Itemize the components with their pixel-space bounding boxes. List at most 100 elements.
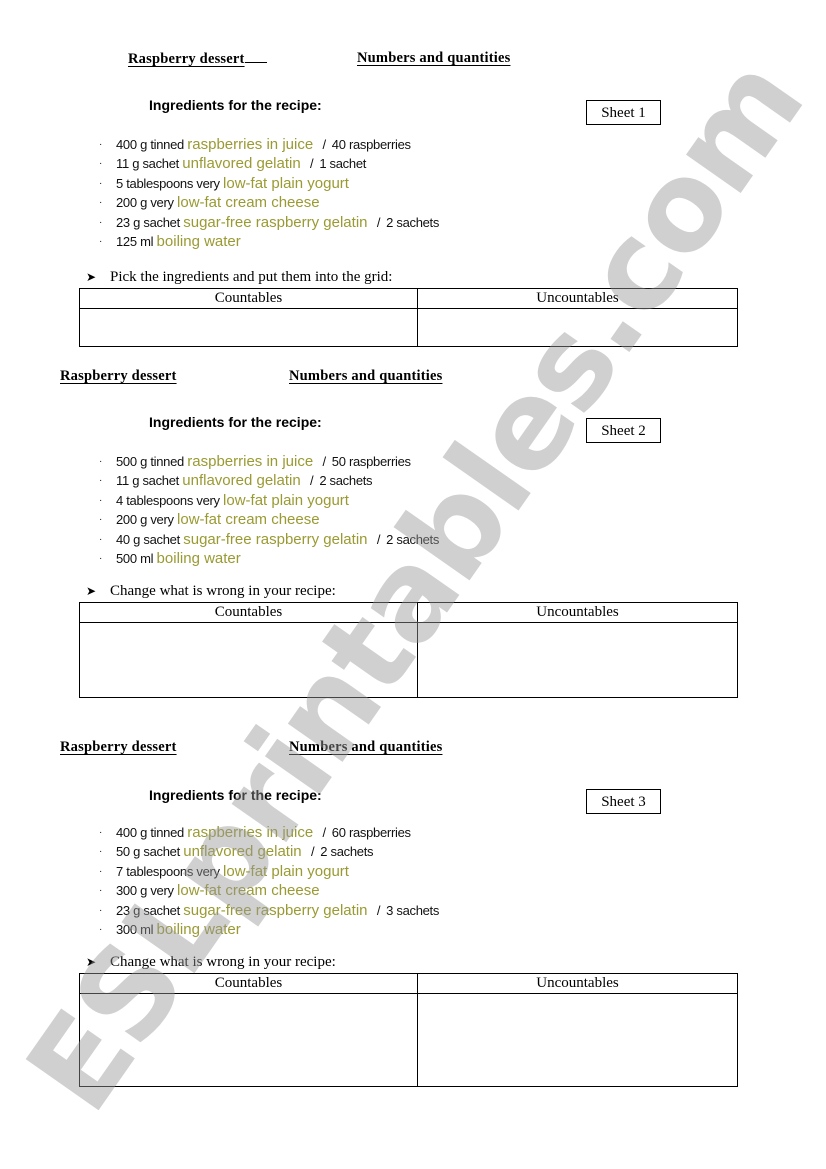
sheet2-ingredients-heading: Ingredients for the recipe:: [149, 414, 322, 430]
ingredient-name: low-fat plain yogurt: [223, 174, 349, 192]
bullet-icon: ·: [99, 885, 103, 897]
countables-cell[interactable]: [79, 308, 418, 347]
ingredient-quantity: 400 g tinned: [116, 825, 184, 840]
sheet3-ingredient-list: · 400 g tinned raspberries in juice / 60 r…: [99, 823, 439, 939]
sheet3-label-box: Sheet 3: [586, 789, 661, 814]
ingredient-item: · 400 g tinned raspberries in juice / 40 r…: [99, 135, 439, 154]
ingredient-item: · 23 g sachet sugar-free raspberry gelati…: [99, 901, 439, 920]
uncountables-cell[interactable]: [417, 308, 738, 347]
ingredient-name: boiling water: [156, 549, 241, 567]
bullet-icon: ·: [99, 533, 103, 545]
sheet1-label-box: Sheet 1: [586, 100, 661, 125]
sheet3-grid: Countables Uncountables: [79, 973, 738, 1087]
separator: /: [310, 844, 315, 860]
ingredient-name: unflavored gelatin: [183, 843, 302, 861]
bullet-icon: ·: [99, 827, 103, 838]
ingredient-name: boiling water: [156, 920, 241, 938]
ingredient-count: 2 sachets: [386, 214, 440, 230]
ingredient-item: · 200 g very low-fat cream cheese: [99, 193, 439, 212]
ingredient-quantity: 500 g tinned: [116, 454, 184, 469]
ingredient-name: raspberries in juice: [187, 453, 314, 470]
arrow-bullet-icon: ➤: [86, 270, 97, 284]
ingredient-name: low-fat plain yogurt: [223, 862, 349, 880]
ingredient-item: · 200 g very low-fat cream cheese: [99, 510, 439, 529]
bullet-icon: ·: [99, 552, 103, 564]
ingredient-quantity: 5 tablespoons very: [116, 175, 220, 191]
sheet2-instruction: ➤ Change what is wrong in your recipe:: [86, 583, 336, 599]
ingredient-count: 2 sachets: [386, 531, 440, 547]
ingredient-quantity: 300 ml: [116, 921, 154, 937]
countables-header: Countables: [79, 973, 418, 994]
bullet-icon: ·: [99, 158, 103, 170]
sheet3-title-right: Numbers and quantities: [289, 739, 443, 755]
bullet-icon: ·: [99, 494, 103, 506]
ingredient-item: · 400 g tinned raspberries in juice / 60 r…: [99, 823, 439, 842]
bullet-icon: ·: [99, 177, 103, 189]
ingredient-quantity: 40 g sachet: [116, 531, 180, 547]
ingredient-name: low-fat plain yogurt: [223, 491, 349, 509]
bullet-icon: ·: [99, 475, 103, 487]
ingredient-name: low-fat cream cheese: [177, 194, 320, 212]
ingredient-count: 40 raspberries: [331, 137, 411, 152]
ingredient-quantity: 11 g sachet: [116, 156, 179, 172]
bullet-icon: ·: [99, 456, 103, 467]
sheet2-grid: Countables Uncountables: [79, 602, 738, 698]
countables-cell[interactable]: [79, 993, 418, 1087]
separator: /: [322, 137, 326, 152]
ingredient-count: 60 raspberries: [331, 825, 411, 840]
uncountables-cell[interactable]: [417, 993, 738, 1087]
ingredient-quantity: 200 g very: [116, 195, 174, 211]
sheet2-ingredient-list: · 500 g tinned raspberries in juice / 50 r…: [99, 452, 439, 568]
ingredient-quantity: 23 g sachet: [116, 902, 180, 918]
sheet1-grid: Countables Uncountables: [79, 288, 738, 347]
sheet2-title-right: Numbers and quantities: [289, 368, 443, 384]
ingredient-item: · 11 g sachet unflavored gelatin / 1 sache…: [99, 154, 439, 173]
ingredient-item: · 500 g tinned raspberries in juice / 50 r…: [99, 452, 439, 471]
ingredient-item: · 40 g sachet sugar-free raspberry gelati…: [99, 530, 439, 549]
ingredient-item: · 7 tablespoons very low-fat plain yogurt: [99, 862, 439, 881]
ingredient-count: 50 raspberries: [331, 454, 411, 469]
ingredient-item: · 300 ml boiling water: [99, 920, 439, 939]
separator: /: [376, 214, 381, 230]
ingredient-name: unflavored gelatin: [182, 472, 301, 490]
bullet-icon: ·: [99, 923, 103, 935]
arrow-bullet-icon: ➤: [86, 584, 97, 598]
ingredient-quantity: 4 tablespoons very: [116, 492, 220, 508]
ingredient-item: · 300 g very low-fat cream cheese: [99, 881, 439, 900]
sheet1-ingredients-heading: Ingredients for the recipe:: [149, 97, 322, 113]
sheet2-label-box: Sheet 2: [586, 418, 661, 443]
countables-cell[interactable]: [79, 622, 418, 698]
sheet3-title-left: Raspberry dessert: [60, 739, 177, 755]
ingredient-quantity: 500 ml: [116, 550, 154, 566]
ingredient-count: 1 sachet: [319, 156, 367, 172]
separator: /: [376, 902, 381, 918]
ingredient-quantity: 50 g sachet: [116, 844, 180, 860]
sheet3-ingredients-heading: Ingredients for the recipe:: [149, 787, 322, 803]
ingredient-name: boiling water: [156, 232, 241, 250]
ingredient-name: unflavored gelatin: [182, 155, 301, 173]
uncountables-header: Uncountables: [417, 973, 738, 994]
bullet-icon: ·: [99, 846, 103, 858]
bullet-icon: ·: [99, 904, 103, 916]
countables-header: Countables: [79, 288, 418, 309]
sheet1-ingredient-list: · 400 g tinned raspberries in juice / 40 r…: [99, 135, 439, 251]
separator: /: [310, 156, 314, 172]
bullet-icon: ·: [99, 139, 103, 150]
ingredient-count: 2 sachets: [320, 844, 374, 860]
sheet1-instruction: ➤ Pick the ingredients and put them into …: [86, 269, 393, 285]
bullet-icon: ·: [99, 216, 103, 228]
ingredient-name: raspberries in juice: [187, 824, 314, 841]
ingredient-quantity: 7 tablespoons very: [116, 863, 220, 879]
ingredient-name: low-fat cream cheese: [177, 882, 320, 900]
ingredient-quantity: 11 g sachet: [116, 473, 179, 489]
uncountables-header: Uncountables: [417, 602, 738, 623]
ingredient-item: · 5 tablespoons very low-fat plain yogurt: [99, 174, 439, 193]
countables-header: Countables: [79, 602, 418, 623]
bullet-icon: ·: [99, 514, 103, 526]
uncountables-cell[interactable]: [417, 622, 738, 698]
ingredient-item: · 125 ml boiling water: [99, 232, 439, 251]
separator: /: [376, 531, 381, 547]
bullet-icon: ·: [99, 197, 103, 209]
ingredient-count: 2 sachets: [319, 473, 373, 489]
separator: /: [322, 454, 326, 469]
